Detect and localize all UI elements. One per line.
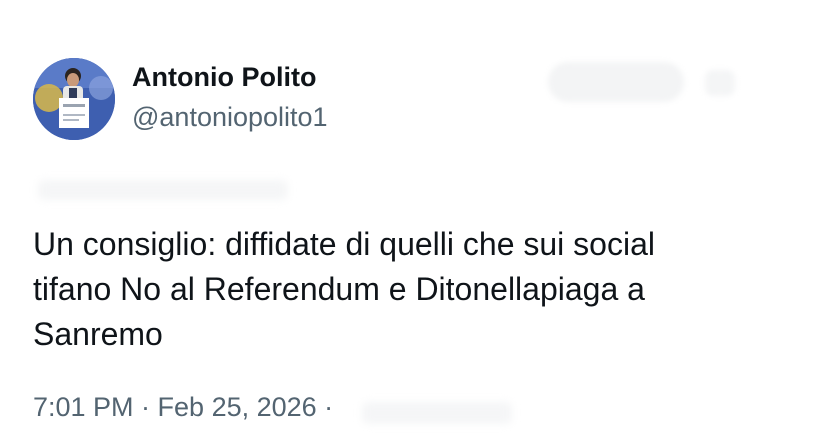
tweet-card: Antonio Polito @antoniopolito1 Un consig…: [0, 0, 827, 447]
author-display-name[interactable]: Antonio Polito: [132, 62, 316, 93]
follow-button[interactable]: [548, 62, 684, 102]
author-handle[interactable]: @antoniopolito1: [132, 102, 328, 133]
tweet-text-line: Un consiglio: diffidate di quelli che su…: [33, 226, 655, 262]
tweet-timestamp[interactable]: 7:01 PM · Feb 25, 2026 ·: [33, 392, 333, 423]
tweet-text: Un consiglio: diffidate di quelli che su…: [33, 222, 793, 357]
avatar-image: [33, 58, 115, 140]
tweet-text-line: Sanremo: [33, 316, 163, 352]
more-dots-icon[interactable]: [705, 70, 735, 96]
tweet-text-line: tifano No al Referendum e Ditonellapiaga…: [33, 271, 645, 307]
avatar[interactable]: [33, 58, 115, 140]
blurred-views-count: [362, 402, 512, 424]
blurred-context-line: [38, 180, 288, 200]
